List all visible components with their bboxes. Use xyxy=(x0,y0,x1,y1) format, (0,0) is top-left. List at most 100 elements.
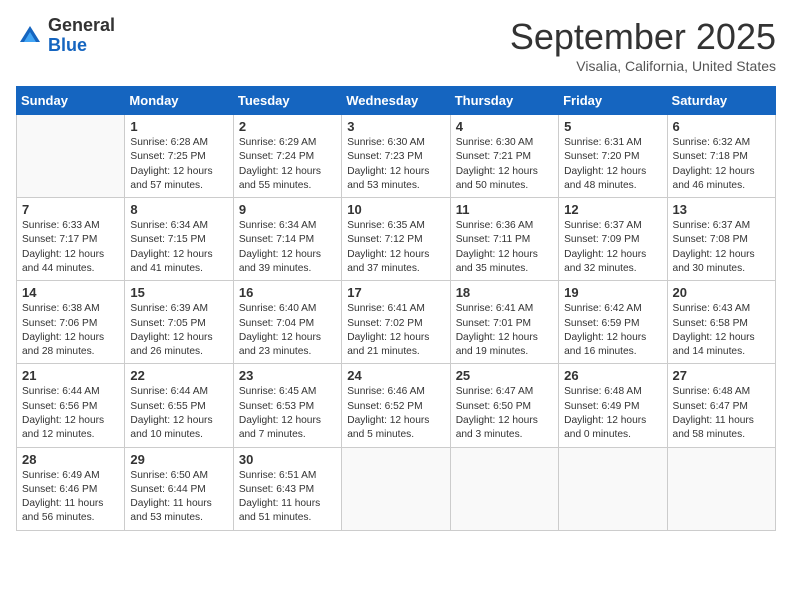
day-cell: 18 Sunrise: 6:41 AMSunset: 7:01 PMDayligh… xyxy=(450,281,558,364)
day-cell: 2Sunrise: 6:29 AMSunset: 7:24 PMDaylight… xyxy=(233,115,341,198)
day-number: 7 xyxy=(22,202,119,217)
day-cell xyxy=(342,447,450,530)
day-cell: 11 Sunrise: 6:36 AMSunset: 7:11 PMDayligh… xyxy=(450,198,558,281)
day-number: 20 xyxy=(673,285,770,300)
day-number: 12 xyxy=(564,202,661,217)
day-info: Sunrise: 6:44 AMSunset: 6:55 PMDaylight:… xyxy=(130,385,227,442)
subtitle: Visalia, California, United States xyxy=(510,58,776,74)
day-number: 30 xyxy=(239,452,336,467)
month-title: September 2025 xyxy=(510,16,776,58)
day-number: 13 xyxy=(673,202,770,217)
day-cell: 10 Sunrise: 6:35 AMSunset: 7:12 PMDayligh… xyxy=(342,198,450,281)
day-info: Sunrise: 6:37 AMSunset: 7:08 PMDaylight:… xyxy=(673,219,770,276)
day-number: 24 xyxy=(347,368,444,383)
day-info: Sunrise: 6:41 AMSunset: 7:01 PMDaylight:… xyxy=(456,302,553,359)
day-info: Sunrise: 6:29 AMSunset: 7:24 PMDaylight:… xyxy=(239,136,336,193)
day-number: 4 xyxy=(456,119,553,134)
day-cell: 6 Sunrise: 6:32 AMSunset: 7:18 PMDaylight… xyxy=(667,115,775,198)
day-number: 22 xyxy=(130,368,227,383)
day-info: Sunrise: 6:35 AMSunset: 7:12 PMDaylight:… xyxy=(347,219,444,276)
day-info: Sunrise: 6:50 AMSunset: 6:44 PMDaylight:… xyxy=(130,469,227,526)
day-info: Sunrise: 6:42 AMSunset: 6:59 PMDaylight:… xyxy=(564,302,661,359)
day-number: 27 xyxy=(673,368,770,383)
day-cell: 15Sunrise: 6:39 AMSunset: 7:05 PMDayligh… xyxy=(125,281,233,364)
day-info: Sunrise: 6:41 AMSunset: 7:02 PMDaylight:… xyxy=(347,302,444,359)
day-cell: 21Sunrise: 6:44 AMSunset: 6:56 PMDayligh… xyxy=(17,364,125,447)
day-info: Sunrise: 6:43 AMSunset: 6:58 PMDaylight:… xyxy=(673,302,770,359)
day-cell: 16Sunrise: 6:40 AMSunset: 7:04 PMDayligh… xyxy=(233,281,341,364)
day-cell: 23Sunrise: 6:45 AMSunset: 6:53 PMDayligh… xyxy=(233,364,341,447)
day-number: 28 xyxy=(22,452,119,467)
day-info: Sunrise: 6:30 AMSunset: 7:23 PMDaylight:… xyxy=(347,136,444,193)
day-cell xyxy=(17,115,125,198)
day-info: Sunrise: 6:49 AMSunset: 6:46 PMDaylight:… xyxy=(22,469,119,526)
weekday-header-thursday: Thursday xyxy=(450,87,558,115)
day-number: 25 xyxy=(456,368,553,383)
day-info: Sunrise: 6:28 AMSunset: 7:25 PMDaylight:… xyxy=(130,136,227,193)
day-info: Sunrise: 6:30 AMSunset: 7:21 PMDaylight:… xyxy=(456,136,553,193)
week-row-3: 14 Sunrise: 6:38 AMSunset: 7:06 PMDayligh… xyxy=(17,281,776,364)
day-number: 18 xyxy=(456,285,553,300)
weekday-header-monday: Monday xyxy=(125,87,233,115)
day-info: Sunrise: 6:44 AMSunset: 6:56 PMDaylight:… xyxy=(22,385,119,442)
day-number: 17 xyxy=(347,285,444,300)
day-cell: 22 Sunrise: 6:44 AMSunset: 6:55 PMDayligh… xyxy=(125,364,233,447)
logo-text: General Blue xyxy=(48,16,115,56)
day-info: Sunrise: 6:33 AMSunset: 7:17 PMDaylight:… xyxy=(22,219,119,276)
day-cell: 27 Sunrise: 6:48 AMSunset: 6:47 PMDayligh… xyxy=(667,364,775,447)
weekday-header-tuesday: Tuesday xyxy=(233,87,341,115)
week-row-5: 28 Sunrise: 6:49 AMSunset: 6:46 PMDayligh… xyxy=(17,447,776,530)
day-number: 14 xyxy=(22,285,119,300)
day-info: Sunrise: 6:34 AMSunset: 7:15 PMDaylight:… xyxy=(130,219,227,276)
day-info: Sunrise: 6:34 AMSunset: 7:14 PMDaylight:… xyxy=(239,219,336,276)
day-info: Sunrise: 6:32 AMSunset: 7:18 PMDaylight:… xyxy=(673,136,770,193)
title-block: September 2025 Visalia, California, Unit… xyxy=(510,16,776,74)
day-cell: 4 Sunrise: 6:30 AMSunset: 7:21 PMDaylight… xyxy=(450,115,558,198)
day-info: Sunrise: 6:36 AMSunset: 7:11 PMDaylight:… xyxy=(456,219,553,276)
day-info: Sunrise: 6:48 AMSunset: 6:49 PMDaylight:… xyxy=(564,385,661,442)
day-info: Sunrise: 6:31 AMSunset: 7:20 PMDaylight:… xyxy=(564,136,661,193)
day-info: Sunrise: 6:51 AMSunset: 6:43 PMDaylight:… xyxy=(239,469,336,526)
logo-blue: Blue xyxy=(48,35,87,55)
day-cell: 29Sunrise: 6:50 AMSunset: 6:44 PMDayligh… xyxy=(125,447,233,530)
day-cell xyxy=(667,447,775,530)
day-number: 19 xyxy=(564,285,661,300)
day-cell: 25 Sunrise: 6:47 AMSunset: 6:50 PMDayligh… xyxy=(450,364,558,447)
day-cell: 14 Sunrise: 6:38 AMSunset: 7:06 PMDayligh… xyxy=(17,281,125,364)
day-number: 5 xyxy=(564,119,661,134)
day-number: 26 xyxy=(564,368,661,383)
calendar: SundayMondayTuesdayWednesdayThursdayFrid… xyxy=(16,86,776,531)
day-cell: 7 Sunrise: 6:33 AMSunset: 7:17 PMDaylight… xyxy=(17,198,125,281)
day-cell: 12 Sunrise: 6:37 AMSunset: 7:09 PMDayligh… xyxy=(559,198,667,281)
day-cell: 1 Sunrise: 6:28 AMSunset: 7:25 PMDaylight… xyxy=(125,115,233,198)
weekday-header-friday: Friday xyxy=(559,87,667,115)
weekday-header-row: SundayMondayTuesdayWednesdayThursdayFrid… xyxy=(17,87,776,115)
day-cell: 13 Sunrise: 6:37 AMSunset: 7:08 PMDayligh… xyxy=(667,198,775,281)
day-number: 11 xyxy=(456,202,553,217)
day-cell: 19 Sunrise: 6:42 AMSunset: 6:59 PMDayligh… xyxy=(559,281,667,364)
day-info: Sunrise: 6:48 AMSunset: 6:47 PMDaylight:… xyxy=(673,385,770,442)
day-cell: 8 Sunrise: 6:34 AMSunset: 7:15 PMDaylight… xyxy=(125,198,233,281)
weekday-header-saturday: Saturday xyxy=(667,87,775,115)
day-cell: 20 Sunrise: 6:43 AMSunset: 6:58 PMDayligh… xyxy=(667,281,775,364)
week-row-2: 7 Sunrise: 6:33 AMSunset: 7:17 PMDaylight… xyxy=(17,198,776,281)
day-number: 16 xyxy=(239,285,336,300)
day-info: Sunrise: 6:38 AMSunset: 7:06 PMDaylight:… xyxy=(22,302,119,359)
day-info: Sunrise: 6:37 AMSunset: 7:09 PMDaylight:… xyxy=(564,219,661,276)
day-number: 1 xyxy=(130,119,227,134)
day-cell: 24 Sunrise: 6:46 AMSunset: 6:52 PMDayligh… xyxy=(342,364,450,447)
day-info: Sunrise: 6:46 AMSunset: 6:52 PMDaylight:… xyxy=(347,385,444,442)
day-number: 6 xyxy=(673,119,770,134)
day-cell xyxy=(450,447,558,530)
day-cell: 3Sunrise: 6:30 AMSunset: 7:23 PMDaylight… xyxy=(342,115,450,198)
day-number: 23 xyxy=(239,368,336,383)
day-cell: 17 Sunrise: 6:41 AMSunset: 7:02 PMDayligh… xyxy=(342,281,450,364)
day-info: Sunrise: 6:47 AMSunset: 6:50 PMDaylight:… xyxy=(456,385,553,442)
day-number: 8 xyxy=(130,202,227,217)
week-row-4: 21Sunrise: 6:44 AMSunset: 6:56 PMDayligh… xyxy=(17,364,776,447)
day-number: 10 xyxy=(347,202,444,217)
weekday-header-wednesday: Wednesday xyxy=(342,87,450,115)
logo-icon xyxy=(16,22,44,50)
logo: General Blue xyxy=(16,16,115,56)
day-cell: 30 Sunrise: 6:51 AMSunset: 6:43 PMDayligh… xyxy=(233,447,341,530)
